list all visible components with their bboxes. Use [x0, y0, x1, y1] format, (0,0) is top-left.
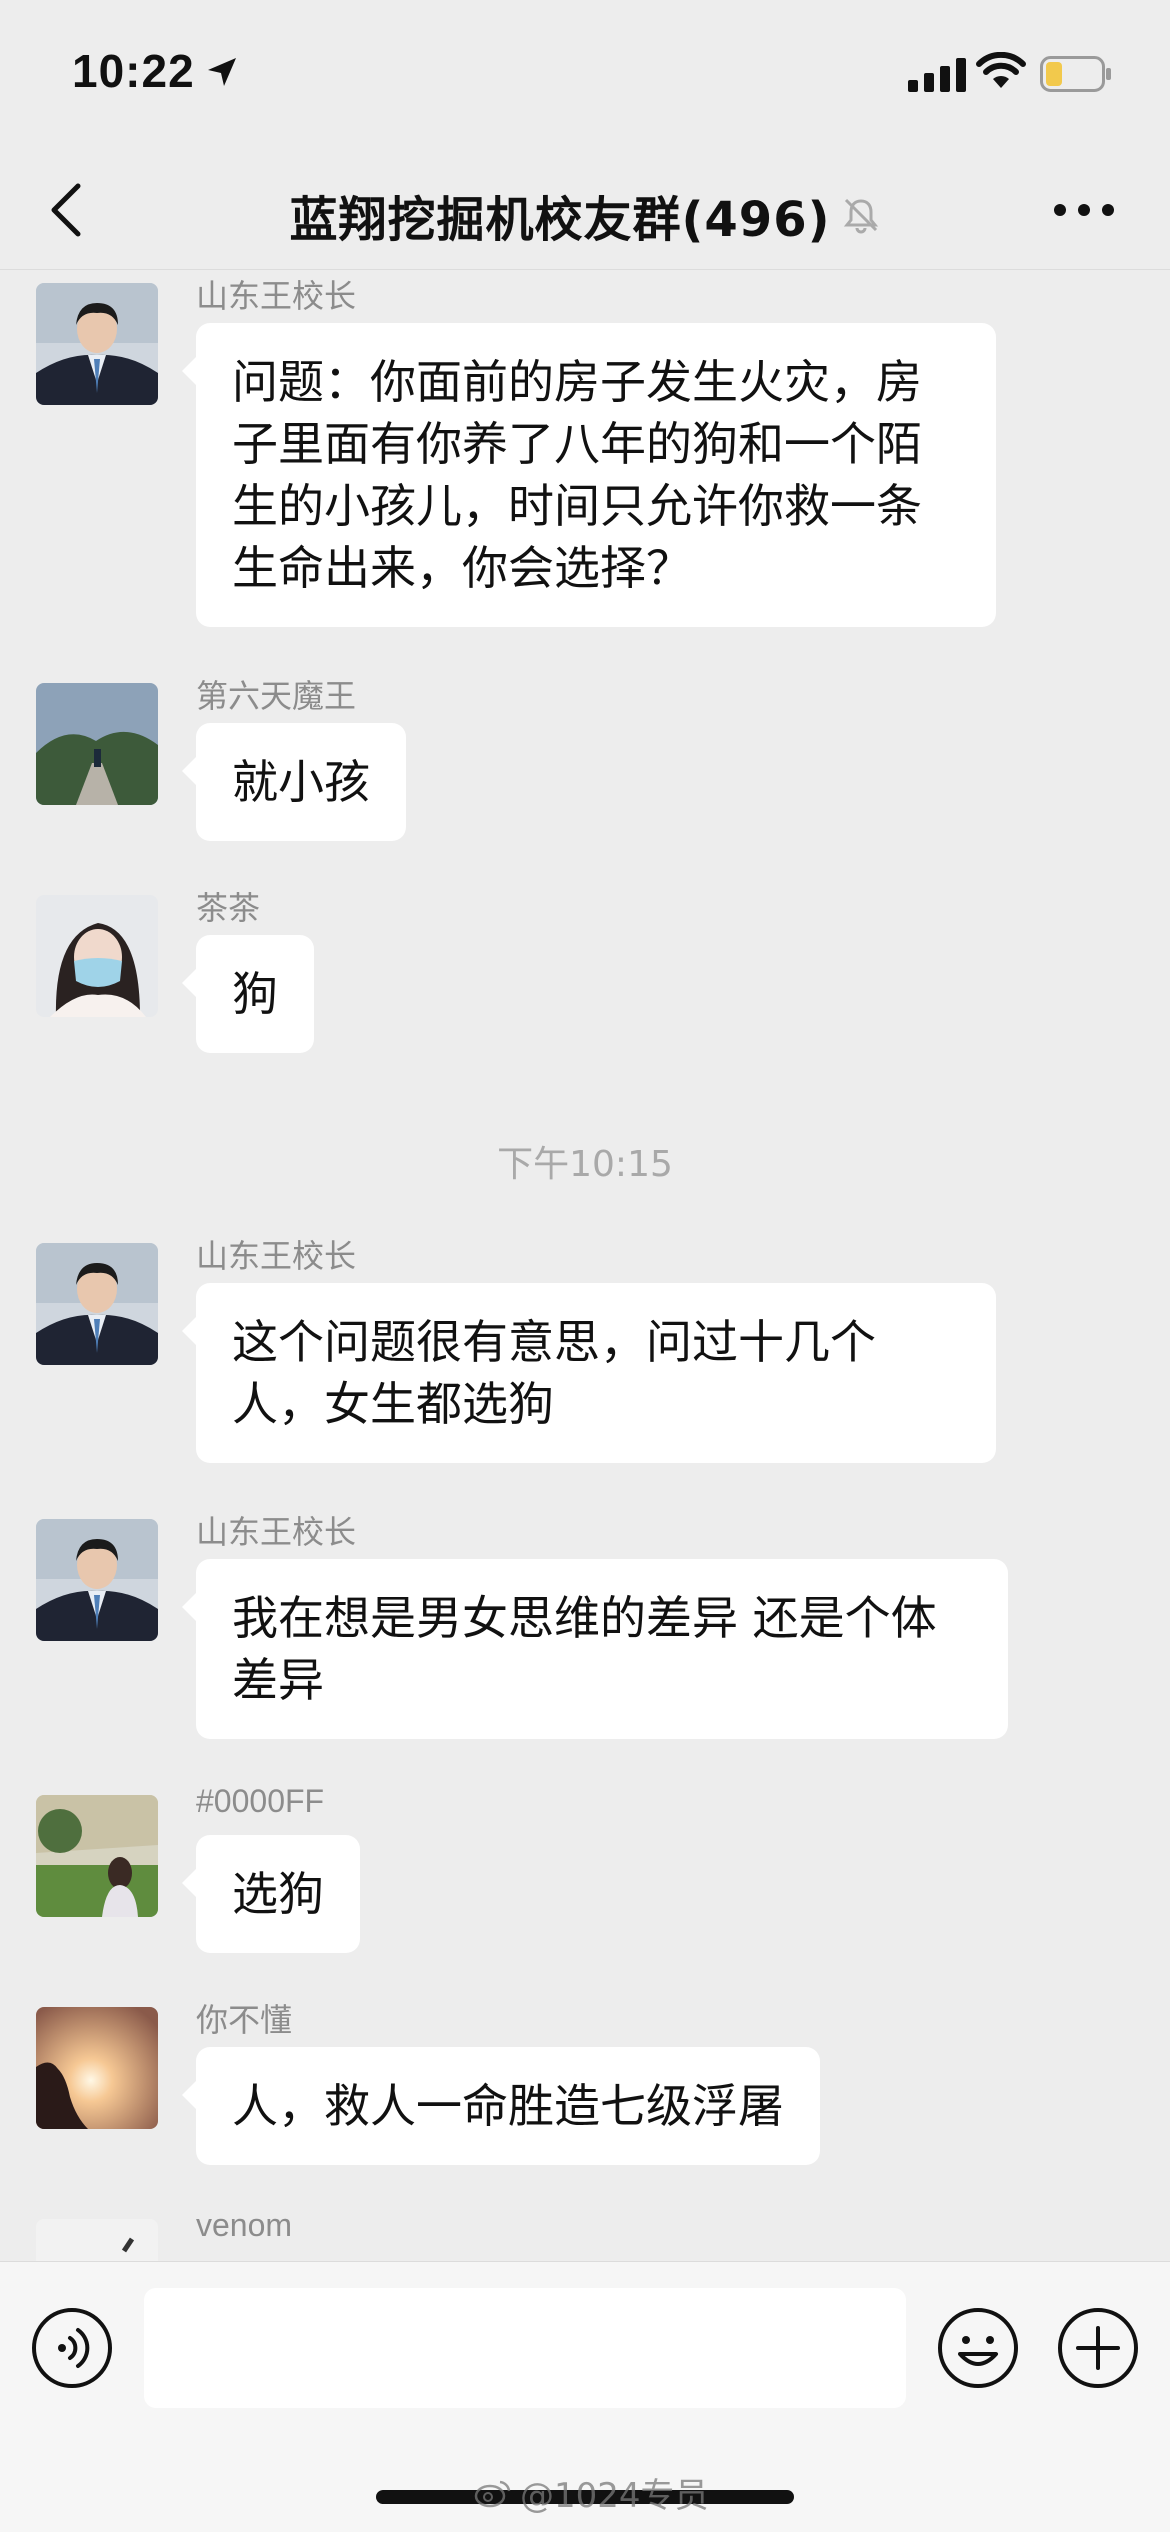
avatar[interactable]	[36, 283, 158, 405]
more-dots-icon[interactable]	[1052, 198, 1116, 222]
message-bubble[interactable]: 狗	[182, 935, 314, 1053]
message-bubble[interactable]: 人，救人一命胜造七级浮屠	[182, 2047, 820, 2165]
sender-name: 你不懂	[196, 2002, 293, 2038]
voice-input-icon[interactable]	[30, 2306, 114, 2390]
plus-circle-icon[interactable]	[1056, 2306, 1140, 2390]
emoji-icon[interactable]	[936, 2306, 1020, 2390]
watermark: @1024专员	[474, 2468, 709, 2517]
wifi-icon	[976, 52, 1026, 88]
status-time: 10:22	[72, 45, 195, 97]
watermark-text: @1024专员	[520, 2476, 709, 2516]
status-bar: 10:22	[0, 0, 1170, 150]
group-title: 蓝翔挖掘机校友群(496)	[289, 192, 831, 248]
avatar[interactable]	[36, 2007, 158, 2129]
sender-name: 山东王校长	[196, 1238, 357, 1274]
timestamp: 下午10:15	[497, 1144, 673, 1185]
avatar[interactable]	[36, 895, 158, 1017]
avatar[interactable]	[36, 1519, 158, 1641]
bell-muted-icon	[843, 198, 878, 234]
battery-low-icon	[1040, 56, 1111, 92]
avatar[interactable]	[36, 1795, 158, 1917]
sender-name: 山东王校长	[196, 1514, 357, 1550]
input-bar: @1024专员	[0, 2261, 1170, 2532]
weibo-logo-icon	[474, 2480, 511, 2507]
message-bubble[interactable]: 选狗	[182, 1835, 360, 1953]
sender-name: 第六天魔王	[196, 678, 357, 714]
message-bubble[interactable]: 就小孩	[182, 723, 406, 841]
message-input[interactable]	[144, 2288, 906, 2408]
sender-name: venom	[196, 2207, 293, 2243]
chat-header: 蓝翔挖掘机校友群(496)	[0, 150, 1170, 270]
sender-name: 茶茶	[196, 890, 261, 926]
location-arrow-icon	[208, 58, 236, 86]
message-bubble[interactable]: 我在想是男女思维的差异 还是个体差异	[182, 1559, 1008, 1739]
avatar[interactable]	[36, 2219, 158, 2261]
cellular-signal-icon	[908, 58, 966, 92]
avatar[interactable]	[36, 683, 158, 805]
avatar[interactable]	[36, 1243, 158, 1365]
message-bubble[interactable]: 问题：你面前的房子发生火灾，房子里面有你养了八年的狗和一个陌生的小孩儿，时间只允…	[182, 323, 996, 627]
chat-messages[interactable]: 山东王校长 问题：你面前的房子发生火灾，房子里面有你养了八年的狗和一个陌生的小孩…	[0, 271, 1170, 2261]
sender-name: 山东王校长	[196, 278, 357, 314]
message-bubble[interactable]: 这个问题很有意思，问过十几个人，女生都选狗	[182, 1283, 996, 1463]
sender-name: #0000FF	[196, 1783, 325, 1819]
